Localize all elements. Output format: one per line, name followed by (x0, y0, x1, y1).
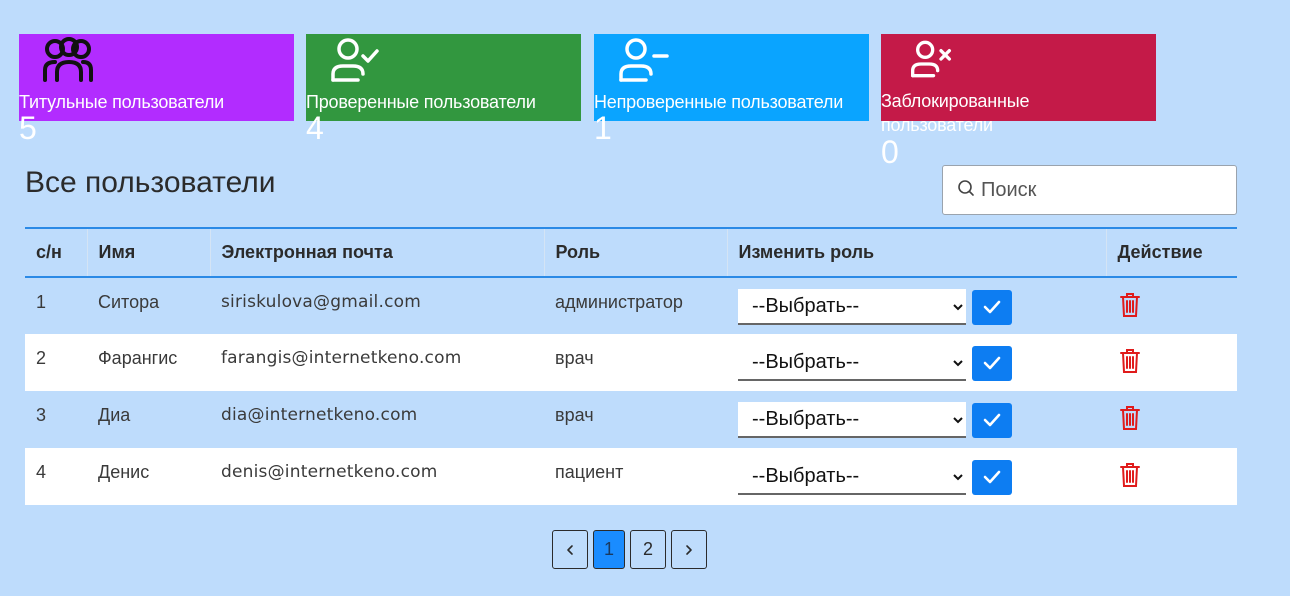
row-email: denis@internetkeno.com (210, 448, 544, 505)
chevron-right-icon (686, 544, 692, 555)
column-header-email[interactable]: Электронная почта (209, 227, 544, 278)
table-row: 1 Ситора siriskulova@gmail.com администр… (25, 277, 1237, 334)
search-box[interactable] (942, 165, 1237, 215)
check-icon (983, 300, 1001, 314)
trash-icon (1120, 293, 1140, 317)
change-role-cell: --Выбрать-- (727, 334, 1106, 391)
user-minus-icon (616, 36, 670, 84)
role-select[interactable]: --Выбрать-- (738, 345, 966, 381)
card-label: Проверенные пользователи (306, 92, 536, 112)
column-header-role[interactable]: Роль (543, 227, 727, 278)
column-header-sn[interactable]: с/н (25, 227, 87, 278)
table-row: 2 Фарангис farangis@internetkeno.com вра… (25, 334, 1237, 391)
action-cell (1106, 334, 1237, 391)
change-role-cell: --Выбрать-- (727, 448, 1106, 505)
table-row: 4 Денис denis@internetkeno.com пациент -… (25, 448, 1237, 505)
role-select[interactable]: --Выбрать-- (738, 289, 966, 325)
search-icon (957, 179, 975, 202)
row-name: Ситора (98, 292, 160, 312)
row-role: администратор (555, 292, 683, 312)
role-select[interactable]: --Выбрать-- (738, 459, 966, 495)
card-count: 0 (881, 134, 899, 170)
row-sn: 1 (36, 292, 47, 312)
chevron-left-icon (567, 544, 573, 555)
delete-button[interactable] (1119, 405, 1141, 431)
card-count: 5 (19, 110, 37, 146)
table-header-row: с/н Имя Электронная почта Роль Изменить … (25, 227, 1237, 278)
row-name: Фарангис (87, 334, 210, 391)
pagination: 1 2 (552, 530, 707, 569)
users-table: с/н Имя Электронная почта Роль Изменить … (25, 227, 1237, 505)
table-row: 3 Диа dia@internetkeno.com врач --Выбрат… (25, 391, 1237, 448)
role-select[interactable]: --Выбрать-- (738, 402, 966, 438)
row-email: farangis@internetkeno.com (210, 334, 544, 391)
row-role: пациент (544, 448, 727, 505)
card-blocked-users: Заблокированные пользователи 0 (881, 34, 1156, 170)
card-label: Заблокированные пользователи (881, 91, 1030, 135)
row-sn: 3 (36, 405, 47, 425)
check-icon (983, 470, 1001, 484)
column-header-action: Действие (1105, 227, 1237, 278)
card-count: 4 (306, 110, 324, 146)
user-check-icon (328, 36, 382, 84)
confirm-role-button[interactable] (972, 402, 1012, 438)
prev-page-button[interactable] (552, 530, 588, 569)
trash-icon (1120, 349, 1140, 373)
card-unverified-users: Непроверенные пользователи 1 (594, 34, 869, 146)
row-sn: 2 (25, 334, 87, 391)
trash-icon (1120, 406, 1140, 430)
card-title-users: Титульные пользователи 5 (19, 34, 294, 146)
delete-button[interactable] (1119, 292, 1141, 318)
page-title: Все пользователи (25, 166, 276, 199)
page-button-1[interactable]: 1 (593, 530, 625, 569)
card-count: 1 (594, 110, 612, 146)
trash-icon (1120, 463, 1140, 487)
check-icon (983, 413, 1001, 427)
row-name: Денис (87, 448, 210, 505)
delete-button[interactable] (1119, 462, 1141, 488)
row-sn: 4 (25, 448, 87, 505)
change-role-cell: --Выбрать-- (727, 277, 1106, 334)
confirm-role-button[interactable] (972, 345, 1012, 381)
card-label: Титульные пользователи (19, 92, 224, 112)
card-verified-users: Проверенные пользователи 4 (306, 34, 581, 146)
row-email: siriskulova@gmail.com (221, 292, 421, 312)
row-role: врач (544, 334, 727, 391)
row-email: dia@internetkeno.com (221, 405, 418, 425)
action-cell (1106, 277, 1237, 334)
column-header-name[interactable]: Имя (86, 227, 210, 278)
confirm-role-button[interactable] (972, 289, 1012, 325)
column-header-change-role: Изменить роль (726, 227, 1106, 278)
row-role: врач (555, 405, 594, 425)
row-name: Диа (98, 405, 131, 425)
confirm-role-button[interactable] (972, 459, 1012, 495)
delete-button[interactable] (1119, 348, 1141, 374)
user-x-icon (907, 39, 955, 79)
next-page-button[interactable] (671, 530, 707, 569)
change-role-cell: --Выбрать-- (727, 391, 1106, 448)
page-button-2[interactable]: 2 (630, 530, 666, 569)
search-input[interactable] (981, 178, 1221, 202)
card-label: Непроверенные пользователи (594, 92, 844, 112)
users-group-icon (41, 36, 95, 84)
action-cell (1106, 391, 1237, 448)
action-cell (1106, 448, 1237, 505)
check-icon (983, 356, 1001, 370)
